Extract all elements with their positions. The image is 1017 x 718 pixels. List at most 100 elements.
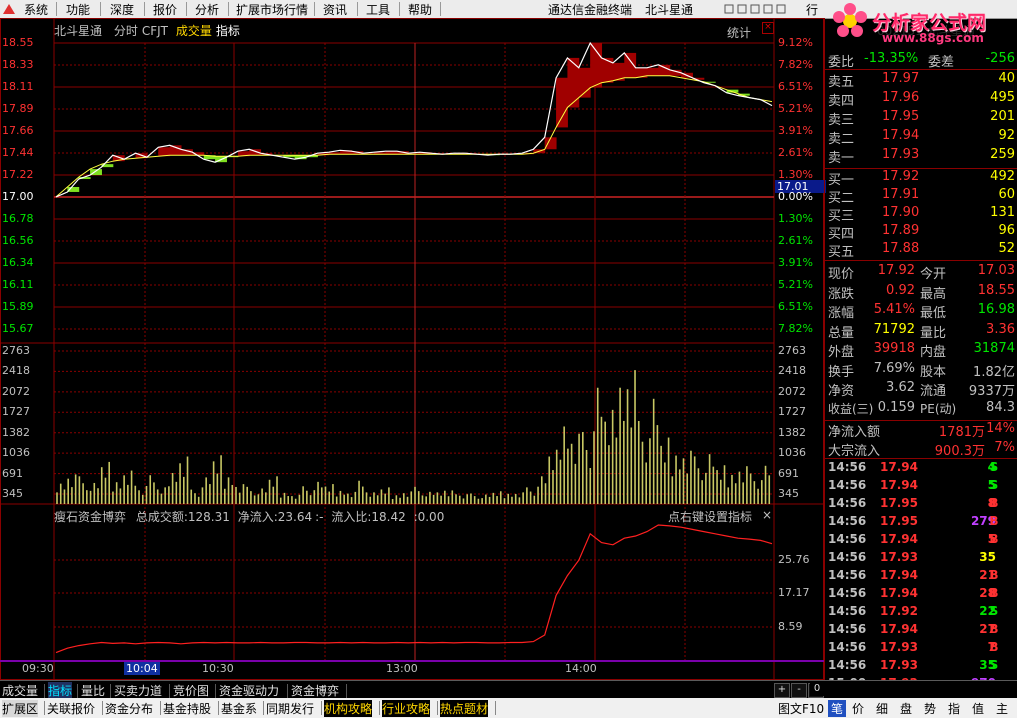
side-tab[interactable]: 细 bbox=[876, 700, 888, 717]
tab-separator bbox=[44, 684, 45, 698]
menu-info[interactable]: 资讯 bbox=[323, 1, 347, 18]
tick-price: 17.94 bbox=[880, 622, 918, 636]
tick-row[interactable]: 14:56 17.93 35 S bbox=[824, 658, 1017, 676]
tick-row[interactable]: 14:56 17.95 8 B bbox=[824, 496, 1017, 514]
indicator-tab[interactable]: 竞价图 bbox=[173, 682, 209, 699]
extension-tab[interactable]: 基金系 bbox=[221, 700, 257, 717]
indicator-tab[interactable]: 买卖力道 bbox=[114, 682, 162, 699]
tab-separator bbox=[102, 701, 103, 715]
indicator-name: 瘦石资金博弈 bbox=[54, 510, 127, 524]
indicator-total-value: 128.31 bbox=[187, 510, 230, 524]
bid-level[interactable]: 买一 17.92 492 bbox=[824, 169, 1017, 188]
stat-label: 外盘 bbox=[828, 345, 855, 360]
side-tab[interactable]: 值 bbox=[972, 700, 984, 717]
menu-tools[interactable]: 工具 bbox=[366, 1, 390, 18]
menu-quote[interactable]: 报价 bbox=[153, 1, 177, 18]
side-tab[interactable]: 盘 bbox=[900, 700, 912, 717]
price-tick: 17.66 bbox=[2, 124, 34, 137]
flow-pct: 7% bbox=[994, 440, 1015, 455]
level-label: 买二 bbox=[828, 191, 855, 206]
flow-path bbox=[55, 524, 773, 654]
volume-tick-left: 2418 bbox=[2, 364, 30, 378]
volume-tick-right: 2418 bbox=[778, 364, 806, 378]
side-tab[interactable]: 势 bbox=[924, 700, 936, 717]
indicator-settings-hint[interactable]: 点右键设置指标 bbox=[668, 508, 752, 525]
volume-tick-right: 345 bbox=[778, 487, 799, 500]
tick-row[interactable]: 14:56 17.94 28 B bbox=[824, 586, 1017, 604]
tick-row[interactable]: 14:56 17.95 279 B bbox=[824, 514, 1017, 532]
time-tick: 10:30 bbox=[202, 662, 234, 675]
side-tab[interactable]: 主 bbox=[996, 700, 1008, 717]
menu-ext-market[interactable]: 扩展市场行情 bbox=[236, 1, 308, 18]
tick-direction: B bbox=[989, 532, 999, 546]
ask-level[interactable]: 卖四 17.96 495 bbox=[824, 90, 1017, 109]
menu-function[interactable]: 功能 bbox=[66, 1, 90, 18]
time-tick: 13:00 bbox=[386, 662, 418, 675]
ask-level[interactable]: 卖三 17.95 201 bbox=[824, 109, 1017, 128]
f10-button[interactable]: 图文F10 bbox=[778, 700, 824, 717]
tick-row[interactable]: 14:56 17.93 35 bbox=[824, 550, 1017, 568]
menu-analysis[interactable]: 分析 bbox=[195, 1, 219, 18]
indicator-tab[interactable]: 指标 bbox=[48, 682, 73, 699]
intraday-chart[interactable] bbox=[0, 18, 824, 680]
indicator-net-label: 净流入: bbox=[237, 510, 278, 524]
menu-separator bbox=[228, 2, 229, 16]
level-label: 买五 bbox=[828, 245, 855, 260]
tick-row[interactable]: 14:56 17.94 5 S bbox=[824, 478, 1017, 496]
reset-button[interactable]: 0 bbox=[810, 683, 824, 696]
bid-level[interactable]: 买二 17.91 60 bbox=[824, 187, 1017, 206]
menu-help[interactable]: 帮助 bbox=[408, 1, 432, 18]
extension-tab[interactable]: 行业攻略 bbox=[382, 700, 431, 717]
stat-label: 最低 bbox=[920, 306, 947, 321]
tick-direction: S bbox=[989, 604, 999, 618]
price-tick: 16.34 bbox=[2, 256, 34, 269]
zoom-in-button[interactable]: + bbox=[774, 683, 790, 698]
ask-level[interactable]: 卖五 17.97 40 bbox=[824, 71, 1017, 90]
zoom-out-button[interactable]: - bbox=[791, 683, 807, 698]
extension-tab[interactable]: 同期发行 bbox=[266, 700, 314, 717]
bid-level[interactable]: 买五 17.88 52 bbox=[824, 241, 1017, 260]
window-tool-icons[interactable] bbox=[724, 4, 794, 14]
ask-level[interactable]: 卖二 17.94 92 bbox=[824, 128, 1017, 147]
tick-time: 14:56 bbox=[828, 586, 867, 600]
tick-row[interactable]: 14:56 17.93 7 B bbox=[824, 640, 1017, 658]
side-tab[interactable]: 笔 bbox=[828, 700, 847, 717]
menu-system[interactable]: 系统 bbox=[24, 1, 48, 18]
tick-direction: S bbox=[989, 460, 999, 474]
tick-price: 17.94 bbox=[880, 568, 918, 582]
bid-level[interactable]: 买三 17.90 131 bbox=[824, 205, 1017, 224]
extension-tab[interactable]: 机构攻略 bbox=[324, 700, 373, 717]
inflow-bar bbox=[556, 77, 568, 128]
tick-row[interactable]: 14:56 17.94 5 B bbox=[824, 532, 1017, 550]
indicator-tab[interactable]: 资金博弈 bbox=[291, 682, 339, 699]
indicator-close-icon[interactable]: × bbox=[762, 508, 772, 522]
level-price: 17.89 bbox=[882, 223, 920, 238]
extension-tab[interactable]: 资金分布 bbox=[105, 700, 153, 717]
stat-row: 现价 17.92 今开 17.03 bbox=[824, 263, 1017, 282]
bid-level[interactable]: 买四 17.89 96 bbox=[824, 223, 1017, 242]
time-tick[interactable]: 10:04 bbox=[124, 662, 160, 675]
indicator-tab[interactable]: 成交量 bbox=[2, 682, 38, 699]
extension-tab[interactable]: 关联报价 bbox=[47, 700, 95, 717]
indicator-tab[interactable]: 量比 bbox=[81, 682, 105, 699]
chart-frame bbox=[0, 18, 824, 680]
side-tab[interactable]: 价 bbox=[852, 700, 864, 717]
tick-row[interactable]: 14:56 17.92 22 S bbox=[824, 604, 1017, 622]
extension-tab[interactable]: 热点题材 bbox=[440, 700, 489, 717]
indicator-tab[interactable]: 资金驱动力 bbox=[219, 682, 279, 699]
side-tab[interactable]: 指 bbox=[948, 700, 960, 717]
stat-value: 3.62 bbox=[886, 380, 915, 395]
level-price: 17.91 bbox=[882, 187, 920, 202]
menu-cut-item[interactable]: 行 bbox=[806, 1, 818, 18]
tick-row[interactable]: 14:56 17.94 21 B bbox=[824, 568, 1017, 586]
ask-level[interactable]: 卖一 17.93 259 bbox=[824, 147, 1017, 166]
extension-tab[interactable]: 基金持股 bbox=[163, 700, 211, 717]
pct-tick: 3.91% bbox=[778, 124, 813, 137]
tick-volume: 35 bbox=[979, 550, 996, 564]
menu-depth[interactable]: 深度 bbox=[110, 1, 134, 18]
tick-row[interactable]: 14:56 17.94 27 B bbox=[824, 622, 1017, 640]
tick-price: 17.94 bbox=[880, 478, 918, 492]
extension-tab[interactable]: 扩展区 bbox=[2, 700, 39, 717]
tick-row[interactable]: 14:56 17.94 4 S bbox=[824, 460, 1017, 478]
avg-price-path bbox=[55, 75, 773, 198]
